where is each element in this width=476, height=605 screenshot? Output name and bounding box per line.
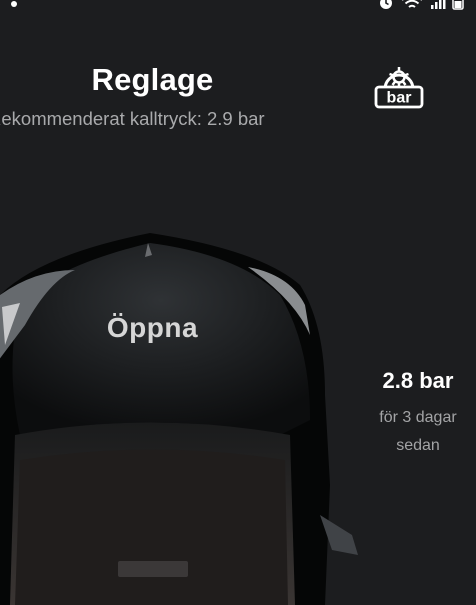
battery-icon — [452, 0, 464, 10]
recommended-pressure-text: Rekommenderat kalltryck: 2.9 bar — [0, 108, 265, 129]
tire-pressure-updated: för 3 dagar sedan — [379, 409, 457, 454]
signal-icon — [431, 0, 446, 9]
pressure-unit-button[interactable]: bar — [372, 60, 426, 110]
tire-pressure-rear-right: 2.8 bar för 3 dagar sedan — [360, 368, 476, 460]
tire-pressure-value: 2.8 bar — [382, 368, 454, 393]
page-title: Reglage — [91, 62, 214, 97]
status-icons — [378, 0, 464, 10]
notification-dot — [11, 1, 17, 7]
unit-label: bar — [387, 90, 412, 107]
open-frunk-button[interactable]: Öppna — [60, 312, 245, 344]
tire-pressure-icon: bar — [374, 67, 424, 109]
wifi-icon — [402, 0, 422, 8]
alarm-icon — [380, 0, 392, 9]
status-bar — [0, 0, 476, 20]
car-top-view — [0, 233, 358, 605]
